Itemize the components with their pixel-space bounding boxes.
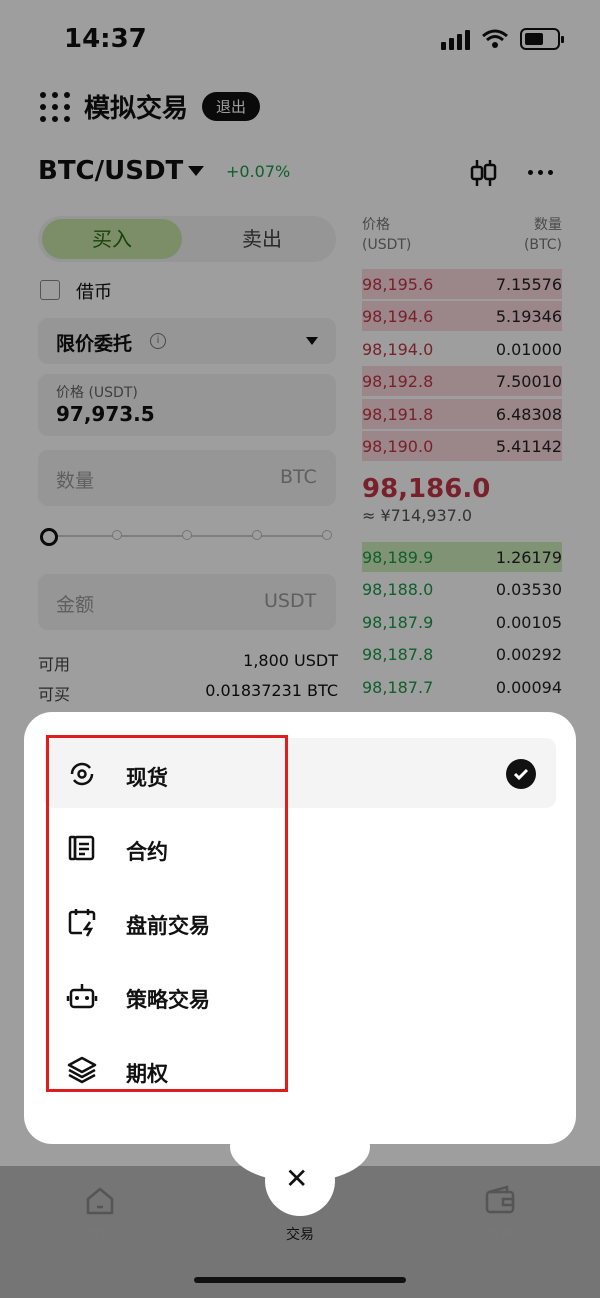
wallet-icon (485, 1185, 515, 1214)
nav-label: 资产 (486, 1227, 514, 1243)
close-icon[interactable]: ✕ (285, 1162, 308, 1195)
nav-item-assets[interactable]: 资产 (450, 1180, 550, 1250)
nav-label: 欧易 (86, 1227, 114, 1243)
highlight-annotation (46, 735, 288, 1092)
check-icon (506, 759, 536, 789)
nav-item-home[interactable]: 欧易 (50, 1180, 150, 1250)
nav-label-trade[interactable]: 交易 (250, 1224, 350, 1244)
home-indicator (194, 1277, 406, 1283)
home-icon (86, 1187, 114, 1215)
